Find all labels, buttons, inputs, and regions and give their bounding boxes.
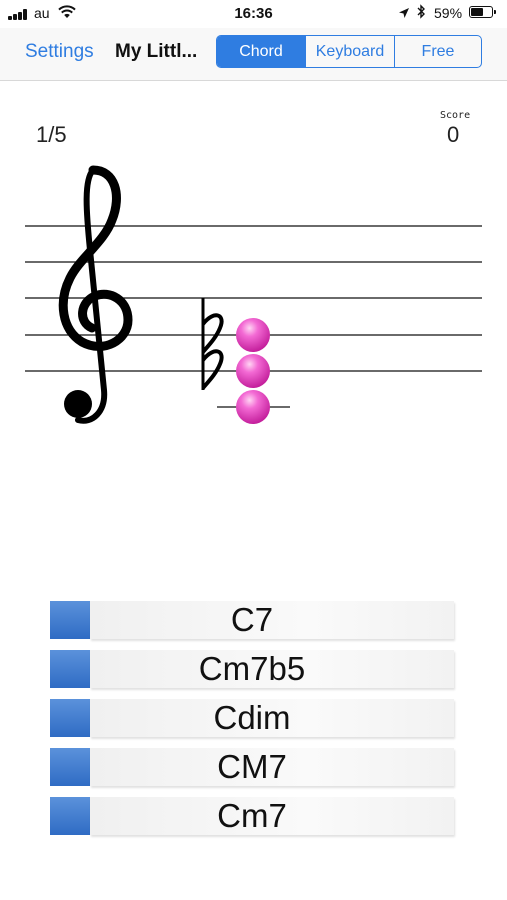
answer-marker (50, 699, 90, 737)
chord-note (236, 354, 270, 388)
status-bar: au 16:36 59% (0, 0, 507, 28)
battery-icon (469, 6, 496, 18)
answer-label: Cdim (213, 699, 291, 736)
answer-marker (50, 748, 90, 786)
answer-bar[interactable]: C7 (90, 601, 454, 639)
clock: 16:36 (234, 5, 273, 22)
segment-keyboard[interactable]: Keyboard (305, 36, 394, 67)
location-arrow-icon (399, 8, 409, 18)
chord-note (236, 318, 270, 352)
answer-marker (50, 650, 90, 688)
segment-chord[interactable]: Chord (217, 36, 305, 67)
answer-button-cm7[interactable]: Cm7 (50, 796, 454, 836)
battery-percent: 59% (434, 5, 463, 21)
answer-button-cdim[interactable]: Cdim (50, 698, 454, 738)
answer-button-cm7b5[interactable]: Cm7b5 (50, 649, 454, 689)
answer-marker (50, 601, 90, 639)
answer-list: C7 Cm7b5 Cdim CM7 Cm7 (50, 600, 454, 845)
score-label: Score (440, 110, 471, 121)
music-staff (25, 165, 482, 424)
answer-button-c7[interactable]: C7 (50, 600, 454, 640)
answer-button-cmaj7[interactable]: CM7 (50, 747, 454, 787)
answer-bar[interactable]: Cm7 (90, 797, 454, 835)
answer-label: CM7 (217, 748, 287, 785)
question-progress: 1/5 (36, 122, 67, 147)
answer-label: Cm7b5 (198, 650, 306, 687)
answer-bar[interactable]: Cm7b5 (90, 650, 454, 688)
navigation-bar: Settings My Littl... Chord Keyboard Free (0, 28, 507, 81)
chord-note (236, 390, 270, 424)
answer-marker (50, 797, 90, 835)
nav-title: My Littl... (115, 41, 198, 62)
treble-clef-icon (58, 165, 133, 424)
answer-bar[interactable]: Cdim (90, 699, 454, 737)
answer-bar[interactable]: CM7 (90, 748, 454, 786)
settings-back-button[interactable]: Settings (25, 41, 94, 63)
bluetooth-icon (417, 4, 425, 19)
mode-segmented-control: Chord Keyboard Free (216, 35, 482, 68)
answer-label: C7 (230, 601, 274, 638)
answer-label: Cm7 (217, 797, 287, 834)
segment-free[interactable]: Free (394, 36, 481, 67)
score-value: 0 (447, 122, 460, 147)
flat-icon (201, 298, 224, 390)
